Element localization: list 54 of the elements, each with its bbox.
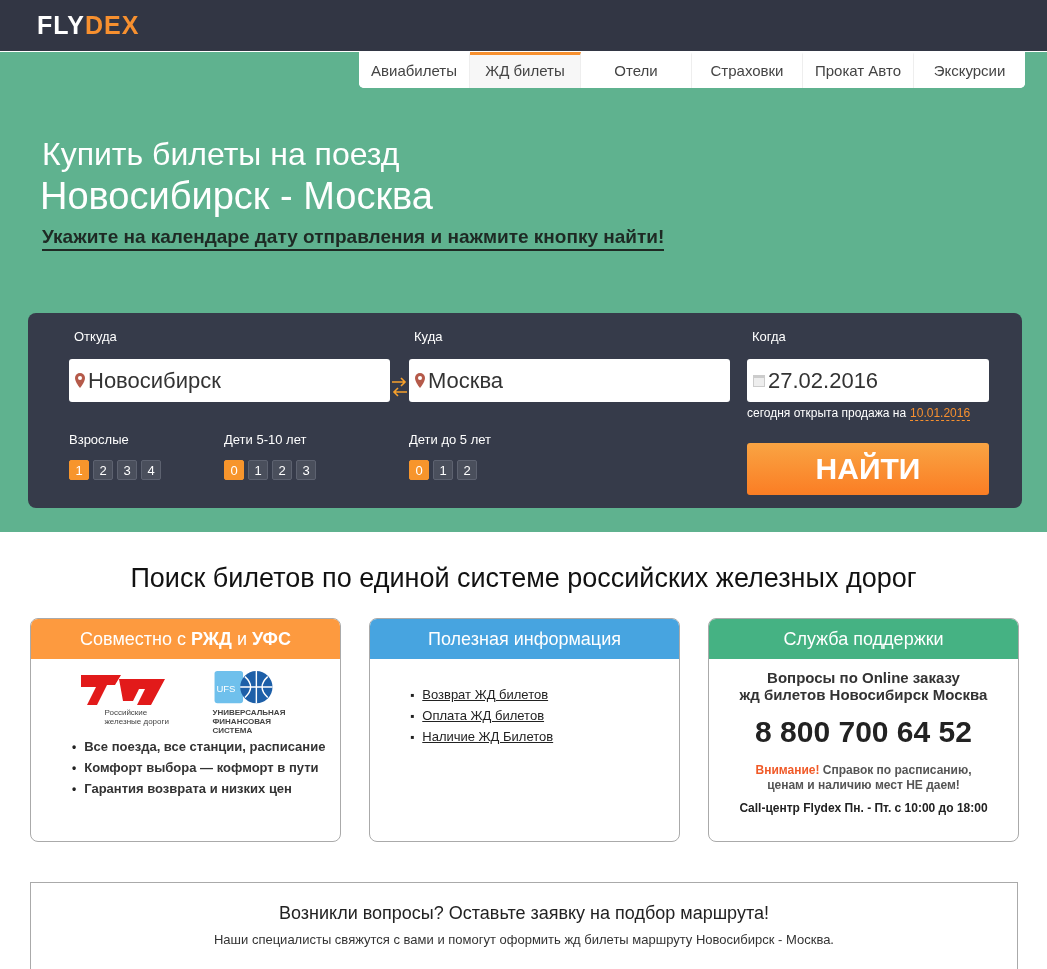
passenger-label: Взрослые — [69, 432, 130, 449]
count-option[interactable]: 3 — [117, 460, 137, 480]
instruction-text: Укажите на календаре дату отправления и нажмите кнопку найти! — [42, 226, 665, 251]
bullet-mark: • — [72, 781, 77, 797]
sale-date-link[interactable]: 10.01.2016 — [910, 406, 971, 421]
info-link[interactable]: Оплата ЖД билетов — [422, 708, 545, 724]
route-title: Новосибирск - Москва — [40, 175, 434, 218]
passenger-label: Дети до 5 лет — [409, 432, 493, 449]
count-option[interactable]: 1 — [248, 460, 268, 480]
sale-note: сегодня открыта продажа на 10.01.2016 — [747, 406, 972, 420]
field-label: Откуда — [74, 329, 118, 346]
feature-item: Комфорт выбора — кофморт в пути — [84, 760, 319, 776]
callout-title: Возникли вопросы? Оставьте заявку на подбор маршрута! — [279, 903, 769, 924]
calendar-icon — [753, 374, 765, 387]
input-field[interactable]: Москва — [409, 359, 730, 402]
bullet-mark: • — [72, 739, 77, 755]
callout-text: Наши специалисты свяжутся с вами и помогут оформить жд билеты маршруту Новосибирск - Москва. — [214, 932, 834, 947]
bullet-mark: ▪ — [410, 687, 415, 703]
count-option[interactable]: 4 — [141, 460, 161, 480]
logo[interactable]: FLYDEX — [37, 11, 140, 40]
nav-tab[interactable]: Авиабилеты — [359, 52, 470, 88]
card-title: Полезная информация — [428, 628, 621, 650]
info-link[interactable]: Возврат ЖД билетов — [422, 687, 549, 703]
support-question: жд билетов Новосибирск Москва — [738, 686, 989, 703]
passenger-label: Дети 5-10 лет — [224, 432, 308, 449]
call-center-hours: Call-центр Flydex Пн. - Пт. с 10:00 до 18:00 — [738, 801, 989, 815]
card-title: Служба поддержки — [783, 628, 944, 650]
pin-icon — [415, 373, 425, 388]
count-option[interactable]: 1 — [433, 460, 453, 480]
bullet-mark: ▪ — [410, 729, 415, 745]
ufs-logo: UFS УНИВЕРСАЛЬНАЯ ФИНАНСОВАЯ СИСТЕМА — [212, 669, 293, 735]
feature-item: Гарантия возврата и низких цен — [84, 781, 292, 797]
support-question: Вопросы по Online заказу — [766, 669, 961, 686]
input-field[interactable]: 27.02.2016 — [747, 359, 989, 402]
bullet-mark: ▪ — [410, 708, 415, 724]
count-option[interactable]: 3 — [296, 460, 316, 480]
bullet-mark: • — [72, 760, 77, 776]
pin-icon — [75, 373, 85, 388]
warning-text: Внимание! Справок по расписанию, ценам и наличию мест НЕ даем! — [754, 763, 973, 793]
feature-item: Все поезда, все станции, расписание — [84, 739, 326, 755]
count-option[interactable]: 2 — [457, 460, 477, 480]
swap-icon[interactable] — [390, 376, 409, 398]
input-field[interactable]: Новосибирск — [69, 359, 390, 402]
card-title: Совместно с РЖД и УФС — [80, 628, 291, 650]
page-title: Купить билеты на поезд — [42, 136, 401, 173]
field-label: Когда — [752, 329, 787, 346]
count-option[interactable]: 2 — [93, 460, 113, 480]
field-label: Куда — [414, 329, 444, 346]
phone-number: 8 800 700 64 52 — [754, 715, 973, 749]
rzd-logo: Российские железные дороги — [78, 669, 175, 735]
section-heading: Поиск билетов по единой системе российских железных дорог — [129, 563, 918, 594]
count-option[interactable]: 2 — [272, 460, 292, 480]
nav-tab[interactable]: ЖД билеты — [470, 52, 581, 88]
info-link[interactable]: Наличие ЖД Билетов — [422, 729, 554, 745]
